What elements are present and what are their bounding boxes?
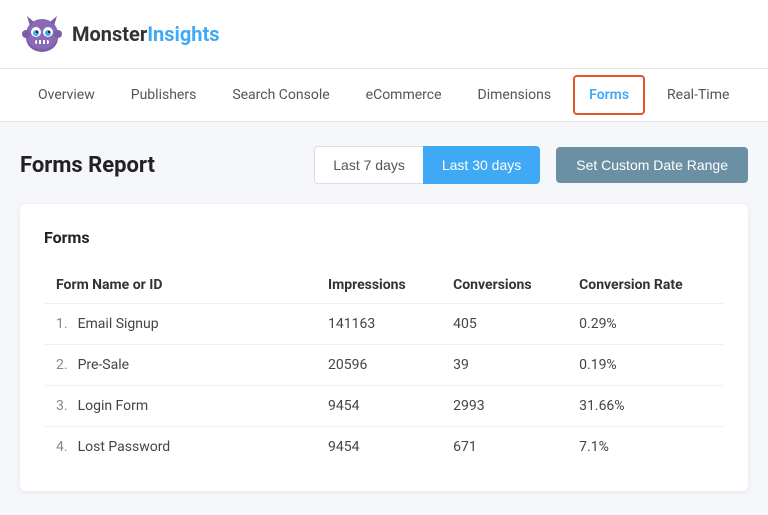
row-number: 3.: [56, 398, 68, 414]
table-row: 3.Login Form 9454 2993 31.66%: [44, 386, 724, 427]
last-30-days-button[interactable]: Last 30 days: [423, 146, 540, 184]
table-header-row: Form Name or ID Impressions Conversions …: [44, 267, 724, 304]
row-number: 2.: [56, 357, 68, 373]
nav-search-console[interactable]: Search Console: [214, 73, 347, 117]
table-row: 1.Email Signup 141163 405 0.29%: [44, 304, 724, 345]
cell-impressions: 9454: [316, 386, 441, 427]
custom-date-range-button[interactable]: Set Custom Date Range: [556, 147, 748, 183]
forms-card: Forms Form Name or ID Impressions Conver…: [20, 204, 748, 491]
app-header: MonsterInsights: [0, 0, 768, 69]
row-number: 4.: [56, 439, 68, 455]
cell-rate: 31.66%: [567, 386, 724, 427]
date-range-controls: Last 7 days Last 30 days Set Custom Date…: [314, 146, 748, 184]
main-content: Forms Report Last 7 days Last 30 days Se…: [0, 122, 768, 515]
cell-rate: 0.19%: [567, 345, 724, 386]
logo: MonsterInsights: [20, 12, 219, 56]
report-header: Forms Report Last 7 days Last 30 days Se…: [20, 146, 748, 184]
monster-icon: [20, 12, 64, 56]
nav-forms[interactable]: Forms: [573, 75, 645, 115]
col-form-name: Form Name or ID: [44, 267, 316, 304]
cell-name: 1.Email Signup: [44, 304, 316, 345]
table-row: 4.Lost Password 9454 671 7.1%: [44, 427, 724, 468]
cell-conversions: 405: [441, 304, 567, 345]
col-conversion-rate: Conversion Rate: [567, 267, 724, 304]
card-title: Forms: [44, 228, 724, 247]
cell-rate: 7.1%: [567, 427, 724, 468]
cell-conversions: 671: [441, 427, 567, 468]
cell-rate: 0.29%: [567, 304, 724, 345]
main-nav: Overview Publishers Search Console eComm…: [0, 69, 768, 122]
last-7-days-button[interactable]: Last 7 days: [314, 146, 423, 184]
cell-impressions: 9454: [316, 427, 441, 468]
row-number: 1.: [56, 316, 68, 332]
col-conversions: Conversions: [441, 267, 567, 304]
nav-publishers[interactable]: Publishers: [113, 73, 215, 117]
forms-table: Form Name or ID Impressions Conversions …: [44, 267, 724, 467]
date-buttons: Last 7 days Last 30 days: [314, 146, 540, 184]
nav-realtime[interactable]: Real-Time: [649, 73, 747, 117]
nav-dimensions[interactable]: Dimensions: [460, 73, 570, 117]
col-impressions: Impressions: [316, 267, 441, 304]
cell-conversions: 2993: [441, 386, 567, 427]
cell-impressions: 20596: [316, 345, 441, 386]
nav-ecommerce[interactable]: eCommerce: [348, 73, 460, 117]
cell-name: 2.Pre-Sale: [44, 345, 316, 386]
nav-overview[interactable]: Overview: [20, 73, 113, 117]
table-row: 2.Pre-Sale 20596 39 0.19%: [44, 345, 724, 386]
cell-conversions: 39: [441, 345, 567, 386]
cell-name: 3.Login Form: [44, 386, 316, 427]
report-title: Forms Report: [20, 153, 155, 178]
logo-text: MonsterInsights: [72, 22, 219, 46]
cell-impressions: 141163: [316, 304, 441, 345]
cell-name: 4.Lost Password: [44, 427, 316, 468]
